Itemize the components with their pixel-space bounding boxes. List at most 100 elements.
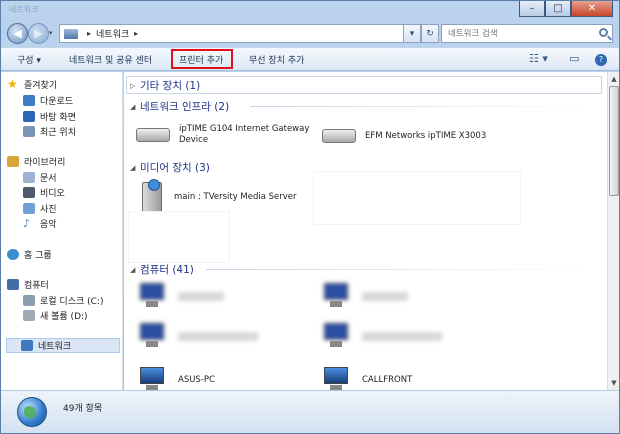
navigation-pane: ★ 즐겨찾기 다운로드 바탕 화면 최근 위치 라이브러리 문서 비디오 사진 … <box>1 72 123 390</box>
scroll-down-arrow-icon[interactable]: ▼ <box>608 377 620 389</box>
sidebar-item-desktop[interactable]: 바탕 화면 <box>23 110 76 123</box>
pictures-icon <box>23 203 35 214</box>
maximize-button[interactable]: □ <box>545 1 571 17</box>
window-title: 네트워크 <box>9 5 39 14</box>
minimize-button[interactable]: – <box>519 1 545 17</box>
group-divider <box>206 269 600 270</box>
redacted-area <box>129 212 229 262</box>
sidebar-item-libraries[interactable]: 라이브러리 <box>7 155 65 168</box>
device-label: ipTIME G104 Internet Gateway Device <box>179 124 309 146</box>
search-box[interactable] <box>441 24 613 43</box>
device-asus-pc[interactable]: ASUS-PC <box>138 367 215 390</box>
network-icon <box>21 340 33 351</box>
play-badge-icon <box>148 179 160 191</box>
breadcrumb-separator[interactable]: ▸ <box>87 29 91 38</box>
preview-pane-icon[interactable]: ▭ <box>569 52 579 65</box>
view-options-icon[interactable]: ☷ ▾ <box>529 52 548 65</box>
organize-menu[interactable]: 구성 ▾ <box>17 53 41 66</box>
blurred-label <box>178 291 224 301</box>
network-sharing-center-button[interactable]: 네트워크 및 공유 센터 <box>69 53 152 66</box>
scroll-up-arrow-icon[interactable]: ▲ <box>608 73 620 85</box>
group-media-devices[interactable]: ◢ 미디어 장치 (3) <box>130 160 210 175</box>
redacted-area <box>314 172 520 224</box>
device-label: EFM Networks ipTIME X3003 <box>365 130 487 141</box>
group-title[interactable]: 컴퓨터 (41) <box>140 262 194 277</box>
address-dropdown-button[interactable]: ▾ <box>403 24 421 43</box>
router-icon <box>322 129 356 143</box>
sidebar-item-network[interactable]: 네트워크 <box>6 338 120 353</box>
router-icon <box>136 128 170 142</box>
search-input[interactable] <box>448 28 596 39</box>
device-callfront[interactable]: CALLFRONT <box>322 367 412 390</box>
explorer-window: 네트워크 – □ ✕ ◀ ▶ ▾ ▸ 네트워크 ▸ ▾ ↻ 구성 ▾ 네트워크 … <box>0 0 620 434</box>
close-button[interactable]: ✕ <box>571 1 613 17</box>
device-computer-blurred[interactable] <box>138 323 258 349</box>
collapse-arrow-icon[interactable]: ▷ <box>130 82 140 90</box>
sidebar-item-downloads[interactable]: 다운로드 <box>23 94 73 107</box>
blurred-label <box>362 331 442 341</box>
group-network-infrastructure[interactable]: ◢ 네트워크 인프라 (2) <box>130 99 229 114</box>
recent-places-icon <box>23 126 35 137</box>
forward-button[interactable]: ▶ <box>28 23 49 44</box>
breadcrumb-network[interactable]: 네트워크 <box>96 27 129 40</box>
device-efm-x3003[interactable]: EFM Networks ipTIME X3003 <box>322 129 486 143</box>
sidebar-item-label: 음악 <box>40 220 57 230</box>
sidebar-item-local-disk[interactable]: 로컬 디스크 (C:) <box>23 294 103 307</box>
scrollbar-thumb[interactable] <box>609 86 619 196</box>
blurred-label <box>362 291 408 301</box>
device-iptime-g104[interactable]: ipTIME G104 Internet Gateway Device <box>136 124 309 146</box>
group-title[interactable]: 기타 장치 (1) <box>140 78 200 93</box>
search-icon[interactable] <box>599 28 608 37</box>
group-computers[interactable]: ◢ 컴퓨터 (41) <box>130 262 194 277</box>
sidebar-item-label: 사진 <box>40 205 57 215</box>
computer-icon <box>322 367 350 390</box>
item-count: 49개 항목 <box>63 404 103 414</box>
group-divider <box>250 106 600 107</box>
device-tversity-media-server[interactable]: main : TVersity Media Server <box>142 179 297 212</box>
sidebar-item-homegroup[interactable]: 홈 그룹 <box>7 248 52 261</box>
device-label: ASUS-PC <box>178 374 215 385</box>
back-button[interactable]: ◀ <box>7 23 28 44</box>
device-computer-blurred[interactable] <box>138 283 224 309</box>
computer-icon <box>7 279 19 290</box>
expand-arrow-icon[interactable]: ◢ <box>130 266 140 274</box>
expand-arrow-icon[interactable]: ◢ <box>130 164 140 172</box>
sidebar-item-music[interactable]: ♪ 음악 <box>23 217 57 230</box>
documents-icon <box>23 172 35 183</box>
computer-icon <box>138 323 166 349</box>
refresh-button[interactable]: ↻ <box>421 24 439 43</box>
group-title[interactable]: 미디어 장치 (3) <box>140 160 210 175</box>
sidebar-item-pictures[interactable]: 사진 <box>23 202 57 215</box>
device-label-line1: ipTIME G104 Internet Gateway <box>179 124 310 134</box>
recent-pages-dropdown[interactable]: ▾ <box>49 29 53 37</box>
sidebar-item-new-volume[interactable]: 새 볼륨 (D:) <box>23 309 88 322</box>
vertical-scrollbar[interactable]: ▲ ▼ <box>607 72 619 390</box>
computer-icon <box>138 283 166 309</box>
homegroup-icon <box>7 249 19 260</box>
sidebar-item-documents[interactable]: 문서 <box>23 171 57 184</box>
sidebar-item-videos[interactable]: 비디오 <box>23 186 65 199</box>
sidebar-item-recent[interactable]: 최근 위치 <box>23 125 76 138</box>
group-other-devices[interactable]: ▷ 기타 장치 (1) <box>130 78 200 93</box>
help-icon[interactable]: ? <box>595 54 607 66</box>
sidebar-item-label: 다운로드 <box>40 97 74 107</box>
command-bar: 구성 ▾ 네트워크 및 공유 센터 프린터 추가 무선 장치 추가 ☷ ▾ ▭ … <box>1 47 619 71</box>
breadcrumb-separator-end[interactable]: ▸ <box>134 29 138 38</box>
network-folder-icon <box>64 28 78 39</box>
downloads-folder-icon <box>23 95 35 106</box>
expand-arrow-icon[interactable]: ◢ <box>130 103 140 111</box>
sidebar-item-label: 라이브러리 <box>24 158 66 168</box>
device-computer-blurred[interactable] <box>322 283 408 309</box>
address-bar[interactable]: ▸ 네트워크 ▸ <box>59 24 419 43</box>
network-globe-icon <box>17 397 47 427</box>
device-computer-blurred[interactable] <box>322 323 442 349</box>
sidebar-item-computer[interactable]: 컴퓨터 <box>7 278 49 291</box>
sidebar-item-favorites[interactable]: ★ 즐겨찾기 <box>7 78 57 91</box>
sidebar-item-label: 홈 그룹 <box>24 251 52 261</box>
add-wireless-device-button[interactable]: 무선 장치 추가 <box>249 53 304 66</box>
computer-icon <box>322 283 350 309</box>
group-title[interactable]: 네트워크 인프라 (2) <box>140 99 229 114</box>
sidebar-item-label: 최근 위치 <box>40 128 76 138</box>
videos-icon <box>23 187 35 198</box>
sidebar-item-label: 컴퓨터 <box>24 281 49 291</box>
